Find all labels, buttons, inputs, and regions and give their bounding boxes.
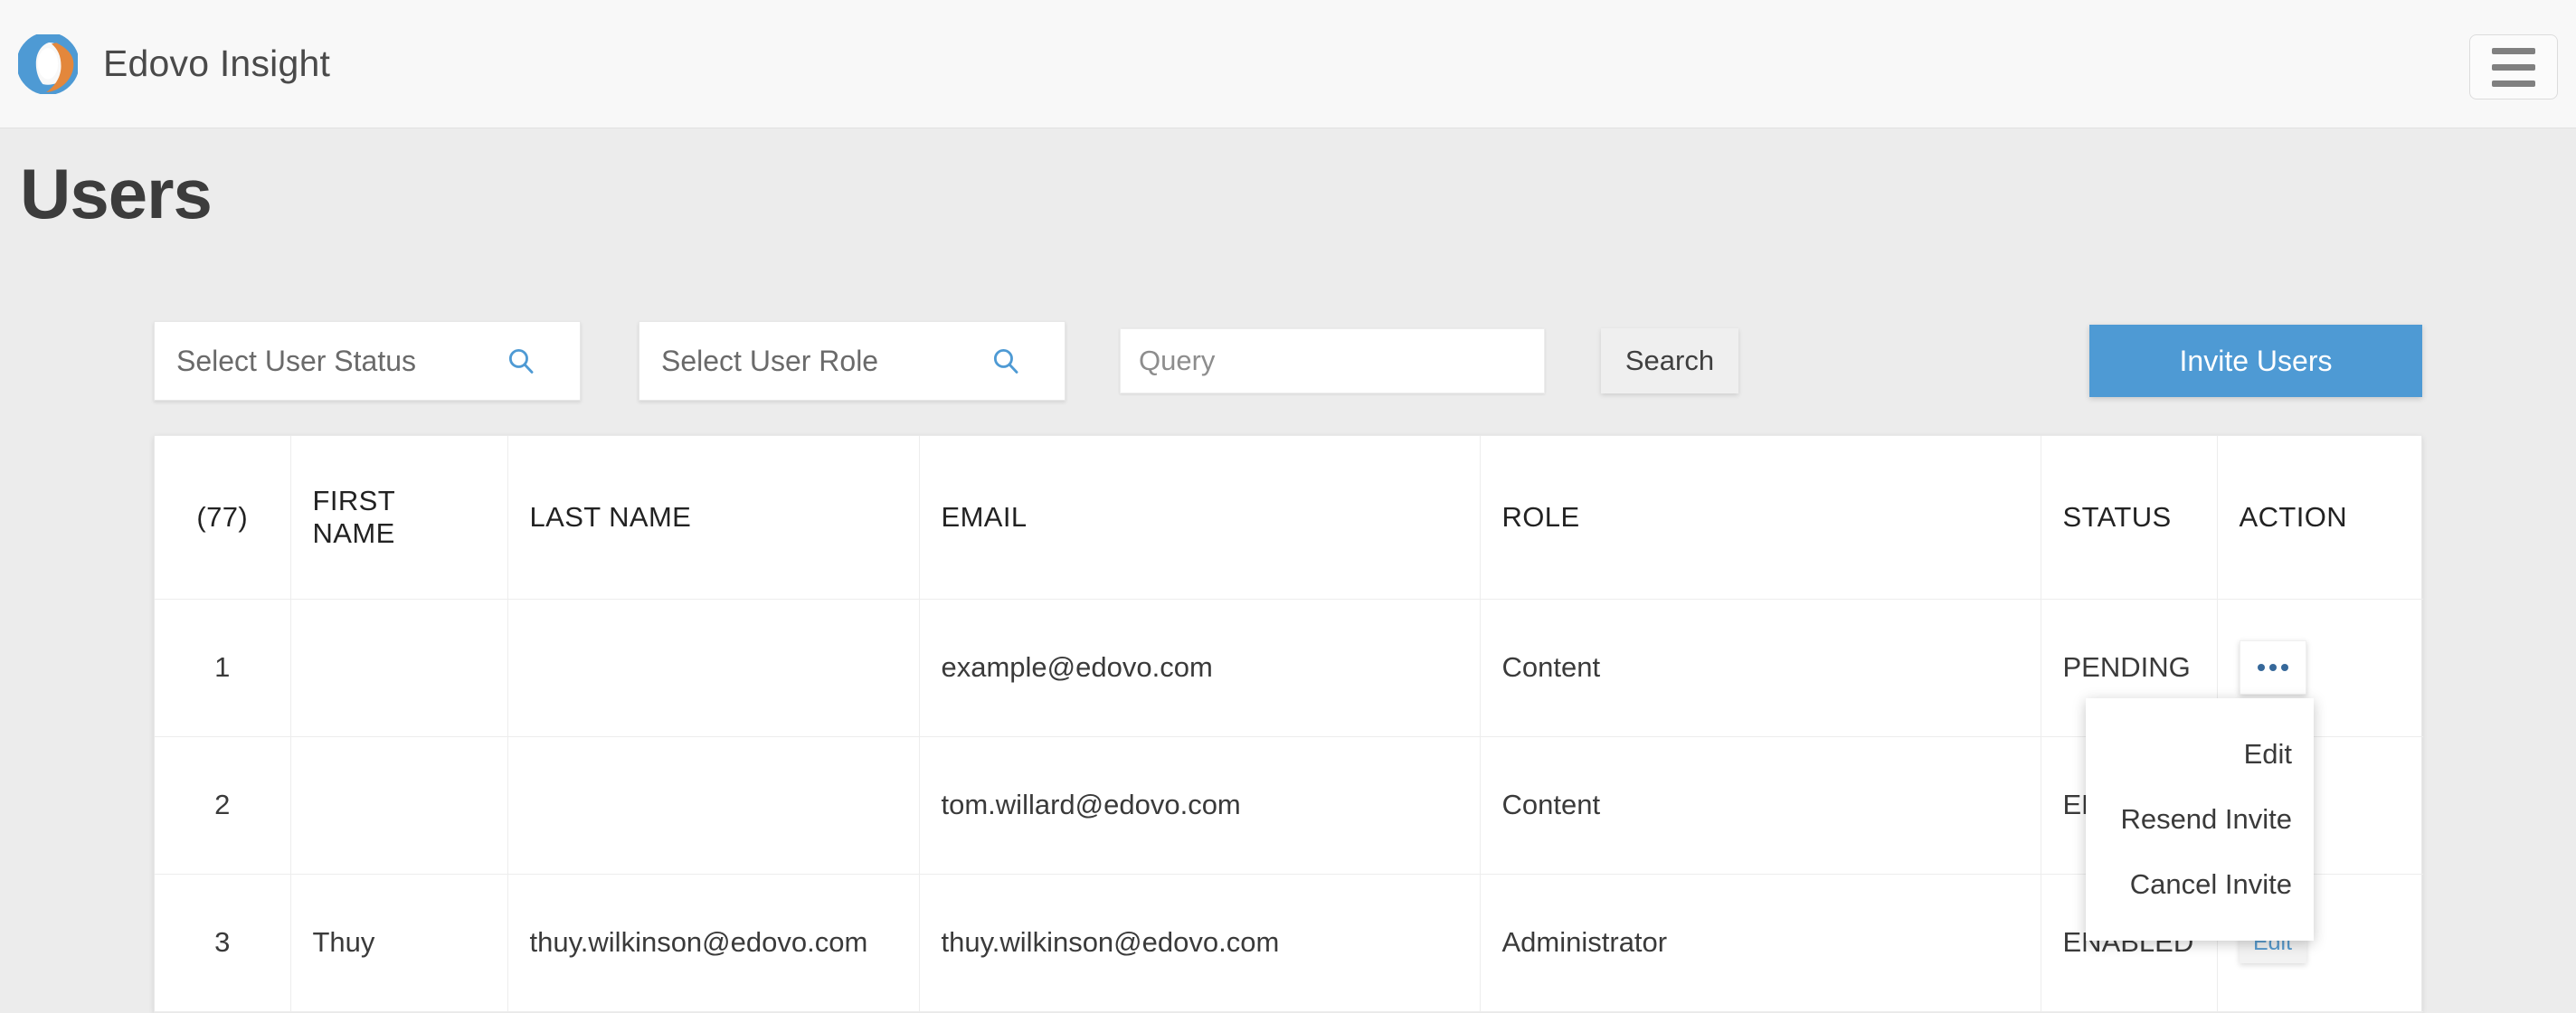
- cell-email: example@edovo.com: [919, 599, 1481, 737]
- filter-bar: Select User Status Select User Role Quer…: [0, 317, 2576, 404]
- cell-first-name: [290, 599, 508, 737]
- user-status-placeholder: Select User Status: [176, 344, 416, 377]
- search-icon: [506, 346, 536, 376]
- users-table: (77) FIRST NAME LAST NAME EMAIL ROLE STA…: [155, 436, 2423, 1012]
- row-index: 3: [155, 874, 291, 1012]
- edovo-logo-icon: [18, 33, 78, 94]
- hamburger-bar: [2492, 63, 2535, 71]
- hamburger-menu-icon[interactable]: [2469, 34, 2558, 99]
- search-icon: [990, 346, 1021, 376]
- user-status-select[interactable]: Select User Status: [154, 321, 581, 401]
- row-action-menu-button[interactable]: [2239, 640, 2306, 695]
- top-navbar: Edovo Insight: [0, 0, 2576, 128]
- users-table-container: (77) FIRST NAME LAST NAME EMAIL ROLE STA…: [154, 435, 2423, 1013]
- menu-item-cancel-invite[interactable]: Cancel Invite: [2086, 852, 2314, 917]
- cell-role: Administrator: [1480, 874, 2041, 1012]
- column-header-email: EMAIL: [919, 436, 1481, 600]
- brand[interactable]: Edovo Insight: [18, 33, 331, 94]
- menu-item-edit[interactable]: Edit: [2086, 722, 2314, 787]
- page-title: Users: [20, 154, 213, 233]
- table-body: 1 example@edovo.com Content PENDING 2 to…: [155, 599, 2423, 1012]
- query-input[interactable]: Query: [1121, 345, 1215, 377]
- table-row: 2 tom.willard@edovo.com Content ENABLED: [155, 736, 2423, 875]
- search-button[interactable]: Search: [1601, 328, 1738, 393]
- dot-icon: [2280, 664, 2288, 671]
- row-index: 2: [155, 736, 291, 875]
- dot-icon: [2268, 664, 2277, 671]
- page-body: Users Select User Status Select User Rol…: [0, 128, 2576, 1013]
- column-header-first-name: FIRST NAME: [290, 436, 508, 600]
- cell-role: Content: [1480, 736, 2041, 875]
- user-role-placeholder: Select User Role: [661, 344, 879, 377]
- row-index: 1: [155, 599, 291, 737]
- cell-first-name: [290, 736, 508, 875]
- cell-last-name: [507, 736, 920, 875]
- column-header-last-name: LAST NAME: [507, 436, 920, 600]
- table-header: (77) FIRST NAME LAST NAME EMAIL ROLE STA…: [155, 436, 2423, 600]
- row-action-dropdown: Edit Resend Invite Cancel Invite: [2086, 698, 2314, 941]
- query-input-wrap[interactable]: Query: [1120, 328, 1545, 393]
- hamburger-bar: [2492, 80, 2535, 87]
- cell-email: tom.willard@edovo.com: [919, 736, 1481, 875]
- user-role-select[interactable]: Select User Role: [639, 321, 1065, 401]
- table-header-row: (77) FIRST NAME LAST NAME EMAIL ROLE STA…: [155, 436, 2423, 600]
- cell-last-name: thuy.wilkinson@edovo.com: [507, 874, 920, 1012]
- cell-email: thuy.wilkinson@edovo.com: [919, 874, 1481, 1012]
- cell-last-name: [507, 599, 920, 737]
- hamburger-bar: [2492, 47, 2535, 54]
- column-header-role: ROLE: [1480, 436, 2041, 600]
- invite-users-button[interactable]: Invite Users: [2089, 325, 2422, 397]
- cell-first-name: Thuy: [290, 874, 508, 1012]
- dot-icon: [2257, 664, 2265, 671]
- column-header-action: ACTION: [2217, 436, 2423, 600]
- table-row: 3 Thuy thuy.wilkinson@edovo.com thuy.wil…: [155, 874, 2423, 1012]
- table-row: 1 example@edovo.com Content PENDING: [155, 599, 2423, 737]
- menu-item-resend-invite[interactable]: Resend Invite: [2086, 787, 2314, 852]
- column-header-status: STATUS: [2041, 436, 2218, 600]
- brand-title: Edovo Insight: [103, 43, 331, 84]
- cell-role: Content: [1480, 599, 2041, 737]
- column-header-count: (77): [155, 436, 291, 600]
